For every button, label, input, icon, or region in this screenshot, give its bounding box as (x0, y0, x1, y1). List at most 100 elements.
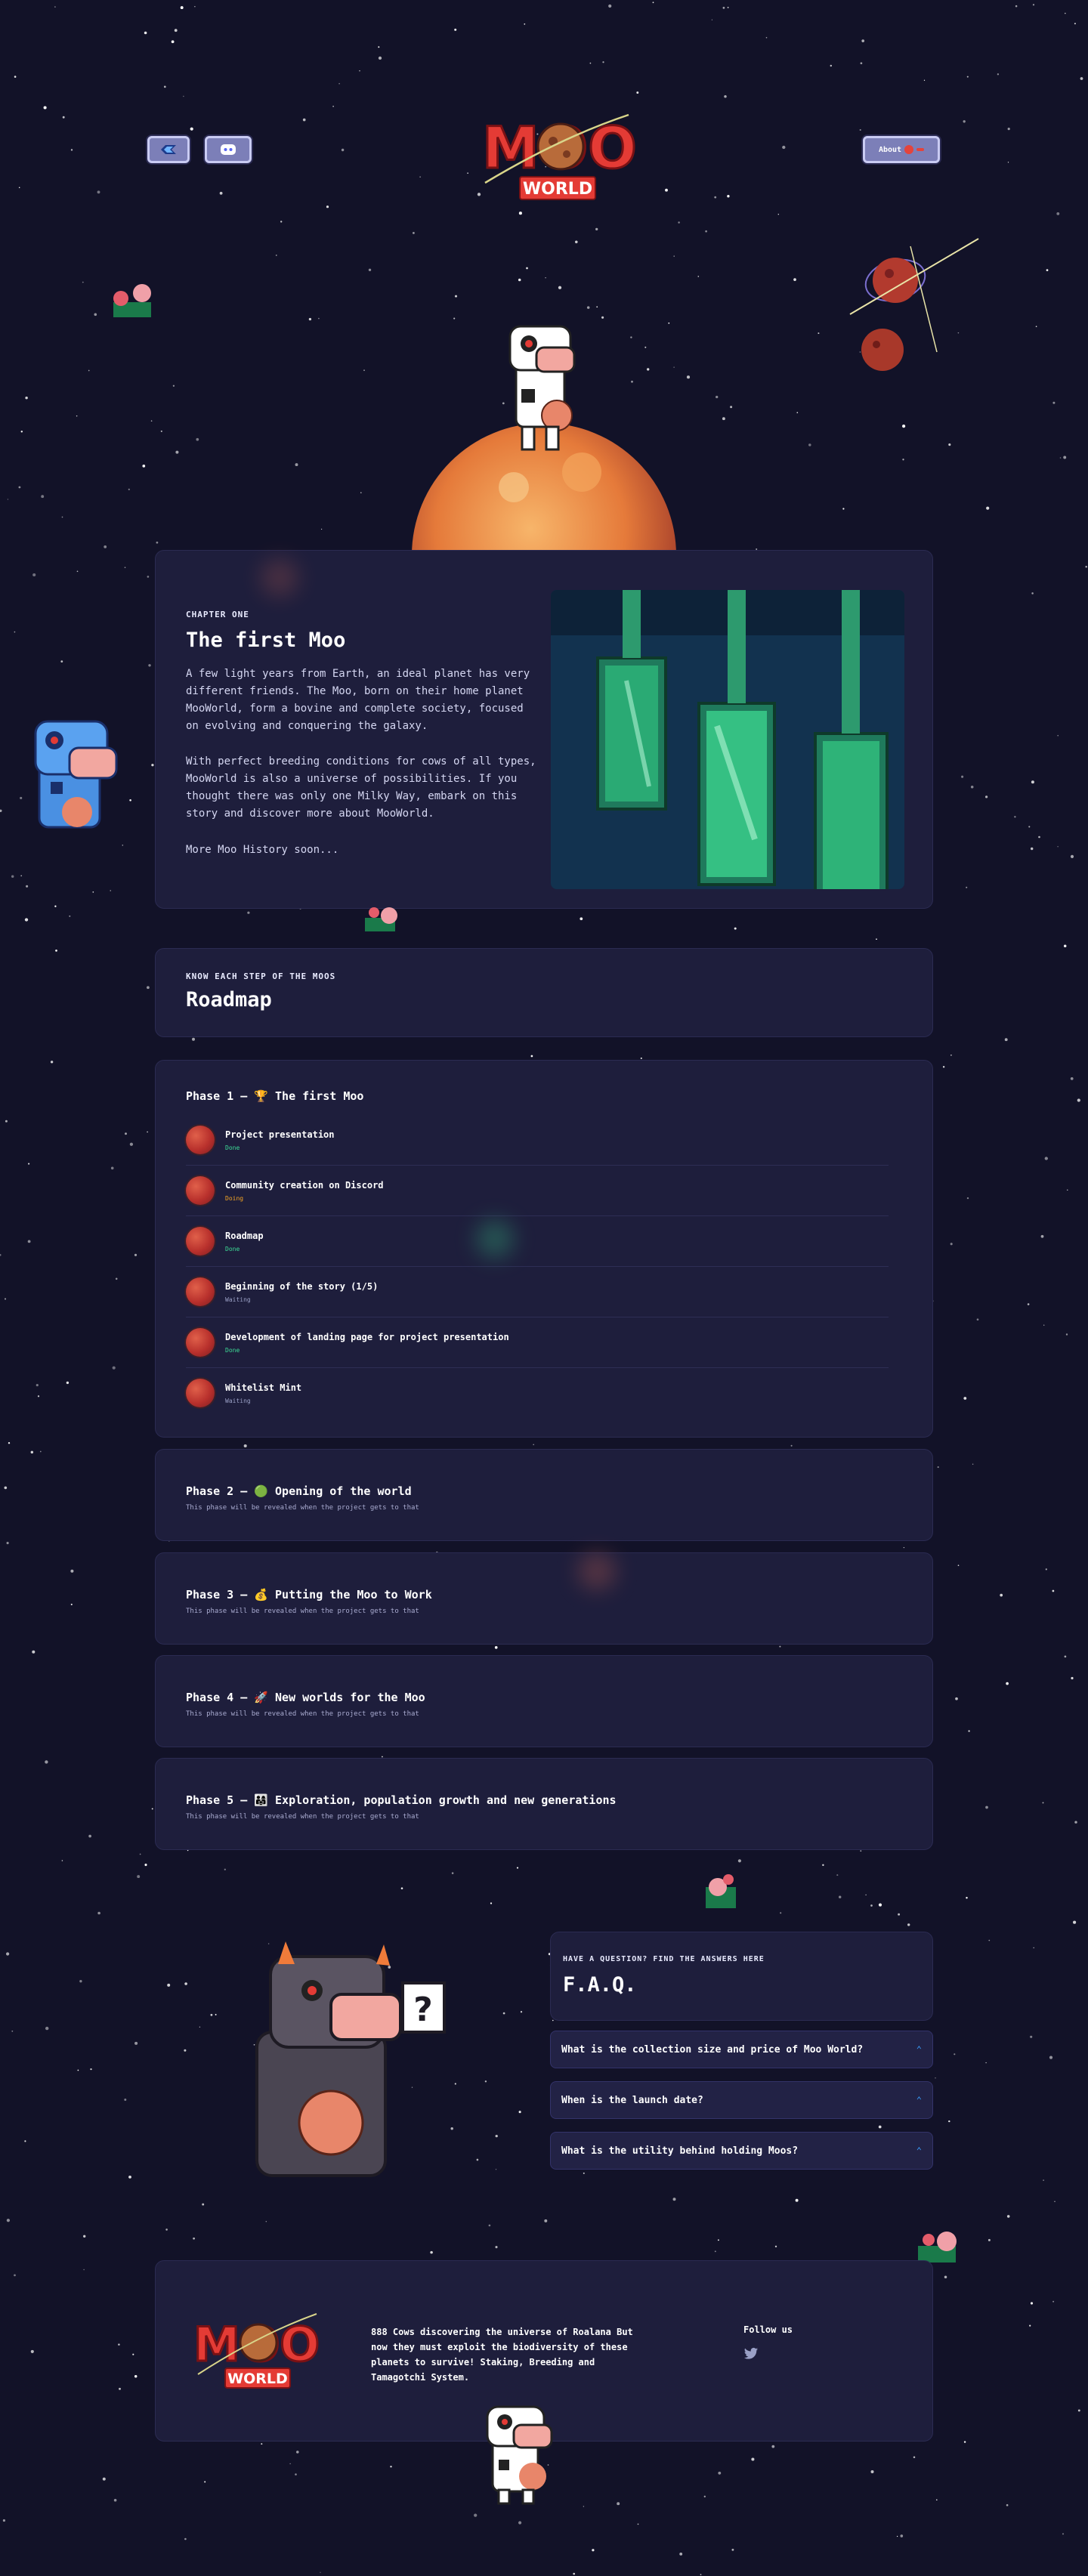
footer-logo-graphic: MOO WORLD (193, 2313, 321, 2389)
star (476, 2158, 479, 2161)
star (679, 2552, 683, 2556)
star (1070, 1077, 1074, 1080)
star (215, 2013, 217, 2015)
faq-title: F.A.Q. (563, 1973, 637, 1997)
chapter-paragraph-1: A few light years from Earth, an ideal p… (186, 668, 530, 732)
star (308, 317, 312, 321)
phase-2-card[interactable]: Phase 2 – 🟢 Opening of the world This ph… (155, 1449, 933, 1541)
star (697, 276, 700, 277)
star (224, 1868, 226, 1870)
star (596, 306, 598, 308)
star (727, 195, 730, 198)
star (1046, 269, 1049, 271)
star (1049, 2056, 1053, 2059)
star (520, 2011, 523, 2013)
task-name: Whitelist Mint (225, 1382, 302, 1393)
star (1006, 1682, 1009, 1685)
phase-3-subtitle: This phase will be revealed when the pro… (186, 1608, 419, 1615)
star (727, 6, 729, 8)
star (119, 2387, 121, 2390)
star (777, 214, 779, 215)
star (265, 2220, 267, 2222)
magic-eden-button[interactable] (147, 136, 190, 163)
star (1057, 734, 1059, 737)
star (14, 631, 16, 633)
star (360, 492, 362, 493)
star (1074, 23, 1076, 25)
planet-icon (186, 1328, 215, 1357)
star (1006, 2503, 1009, 2507)
twitter-icon (743, 2347, 759, 2359)
twitter-link[interactable] (743, 2347, 759, 2361)
star (1004, 1038, 1008, 1042)
star (705, 230, 707, 233)
star (474, 2513, 478, 2517)
star (338, 82, 340, 85)
faq-item-collection-size[interactable]: What is the collection size and price of… (550, 2031, 933, 2068)
star (378, 46, 380, 48)
star (134, 2375, 138, 2378)
faq-item-launch-date[interactable]: When is the launch date? ⌃ (550, 2081, 933, 2119)
star (575, 240, 578, 244)
star (183, 95, 184, 97)
star (1033, 1947, 1034, 1949)
about-button[interactable]: About (863, 136, 940, 163)
star (495, 2134, 498, 2138)
star (196, 437, 199, 441)
star (1031, 780, 1034, 784)
star (45, 2026, 49, 2031)
star (861, 39, 865, 42)
star (289, 2463, 291, 2465)
star (602, 61, 604, 63)
star (192, 1037, 195, 1041)
moo-world-logo[interactable]: MOO WORLD (478, 107, 638, 202)
task-name: Community creation on Discord (225, 1179, 384, 1191)
phase-4-card[interactable]: Phase 4 – 🚀 New worlds for the Moo This … (155, 1655, 933, 1747)
star (937, 1466, 939, 1469)
faq-question: When is the launch date? (561, 2094, 703, 2106)
star (160, 430, 162, 432)
star (261, 2443, 263, 2445)
star (128, 2176, 131, 2179)
phase-5-card[interactable]: Phase 5 – 👨‍👩‍👧 Exploration, population … (155, 1758, 933, 1850)
phase-1-card[interactable]: Phase 1 – 🏆 The first Moo Project presen… (155, 1060, 933, 1438)
star (30, 2349, 34, 2353)
star (147, 986, 150, 990)
star (37, 1395, 40, 1398)
star (644, 346, 647, 348)
star (1071, 1676, 1074, 1680)
footer-logo[interactable]: MOO WORLD (192, 2308, 321, 2391)
star (652, 2, 654, 4)
discord-button[interactable] (205, 136, 252, 163)
star (0, 1253, 2, 1256)
logo-graphic: MOO WORLD (481, 113, 638, 200)
phase-3-card[interactable]: Phase 3 – 💰 Putting the Moo to Work This… (155, 1552, 933, 1645)
star (1040, 1234, 1044, 1238)
star (490, 1902, 493, 1904)
star (533, 1444, 534, 1446)
star (11, 875, 14, 878)
star (601, 316, 604, 319)
star (295, 2473, 297, 2476)
star (730, 406, 733, 409)
star (97, 1911, 100, 1915)
star (70, 1569, 74, 1573)
faq-item-utility[interactable]: What is the utility behind holding Moos?… (550, 2132, 933, 2170)
space-flower-illustration (695, 1866, 748, 1919)
task-status: Done (225, 1144, 240, 1151)
star (1077, 2409, 1080, 2412)
star (878, 2125, 882, 2129)
star (640, 1057, 642, 1059)
star (18, 486, 21, 489)
star (876, 938, 877, 941)
star (1070, 854, 1074, 858)
star (32, 1650, 36, 1654)
star (796, 412, 799, 414)
task-status: Doing (225, 1194, 244, 1202)
star (43, 106, 47, 110)
star (1030, 2302, 1034, 2305)
task-status: Done (225, 1346, 240, 1354)
star (54, 905, 57, 907)
phase-4-title: Phase 4 – 🚀 New worlds for the Moo (186, 1691, 425, 1704)
star (45, 1760, 48, 1764)
